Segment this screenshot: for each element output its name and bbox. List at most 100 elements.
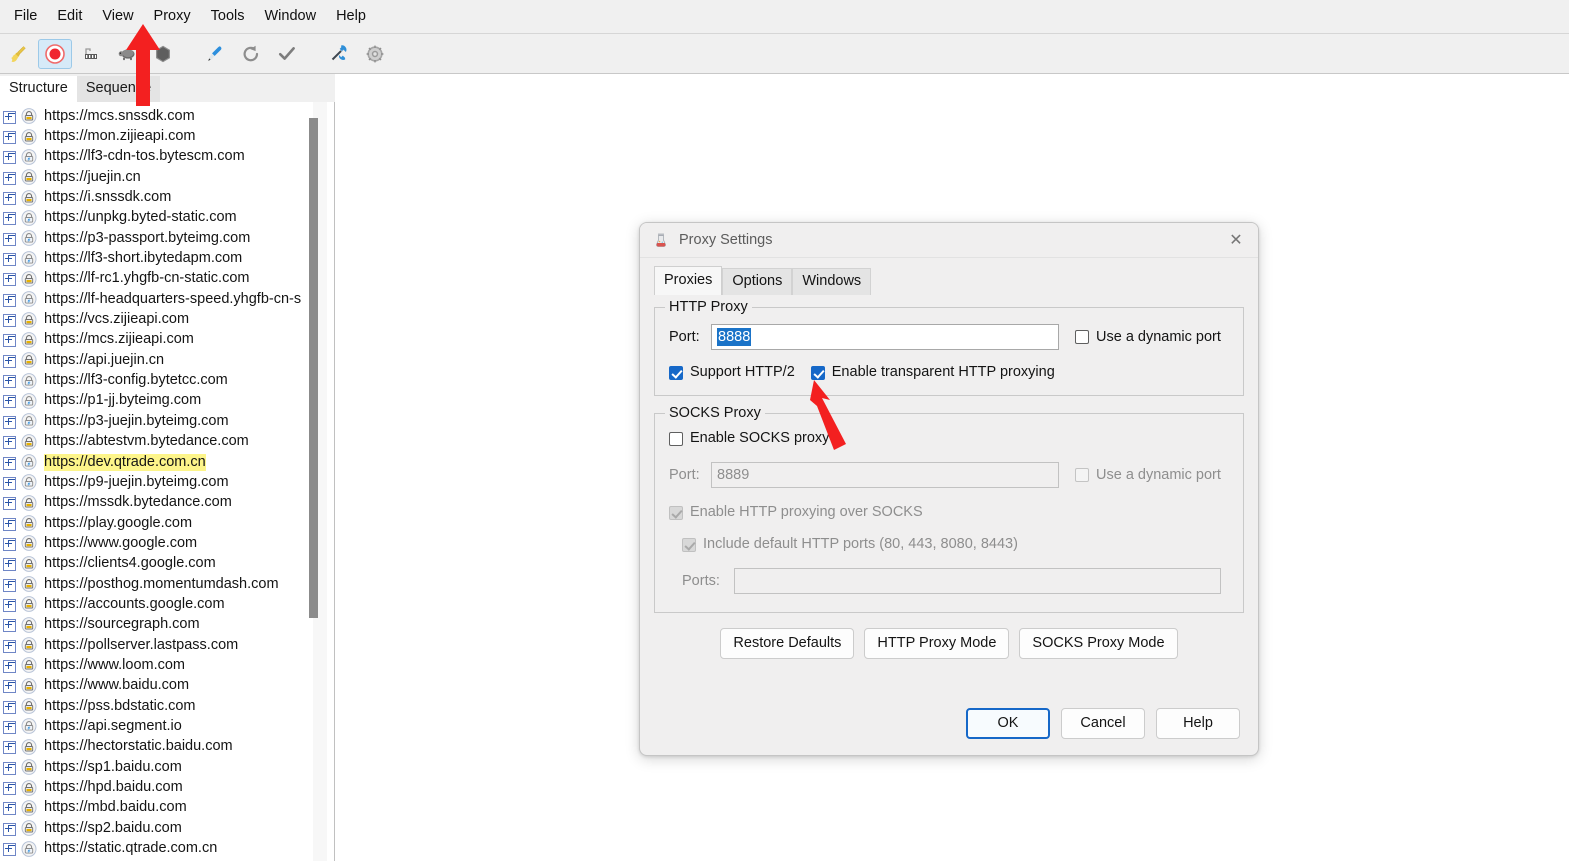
- restore-defaults-button[interactable]: Restore Defaults: [720, 628, 855, 659]
- tree-item[interactable]: https://www.loom.com: [0, 655, 310, 675]
- dialog-title-bar[interactable]: Proxy Settings ✕: [640, 223, 1258, 258]
- tree-item[interactable]: https://sp1.baidu.com: [0, 757, 310, 777]
- http-proxy-mode-button[interactable]: HTTP Proxy Mode: [864, 628, 1010, 659]
- expand-plus-icon[interactable]: [2, 191, 16, 206]
- expand-plus-icon[interactable]: [2, 679, 16, 694]
- tab-sequence[interactable]: Sequence: [76, 76, 161, 102]
- expand-plus-icon[interactable]: [2, 333, 16, 348]
- tree-item[interactable]: https://hpd.baidu.com: [0, 777, 310, 797]
- stop-hexagon-icon[interactable]: [146, 39, 180, 69]
- enable-socks-checkbox[interactable]: Enable SOCKS proxy: [669, 430, 829, 447]
- repeat-refresh-icon[interactable]: [234, 39, 268, 69]
- transparent-proxying-checkbox[interactable]: Enable transparent HTTP proxying: [810, 364, 1055, 381]
- dialog-tab-windows[interactable]: Windows: [792, 268, 872, 295]
- menu-item-view[interactable]: View: [92, 4, 143, 29]
- tree-item[interactable]: https://juejin.cn: [0, 167, 310, 187]
- tree-item[interactable]: https://accounts.google.com: [0, 594, 310, 614]
- tree-item[interactable]: https://dev.qtrade.com.cn: [0, 452, 310, 472]
- expand-plus-icon[interactable]: [2, 740, 16, 755]
- expand-plus-icon[interactable]: [2, 537, 16, 551]
- expand-plus-icon[interactable]: [2, 171, 16, 185]
- close-icon[interactable]: ✕: [1214, 223, 1258, 257]
- expand-plus-icon[interactable]: [2, 598, 16, 612]
- support-http2-checkbox[interactable]: Support HTTP/2: [669, 364, 795, 381]
- expand-plus-icon[interactable]: [2, 720, 16, 734]
- tree-item[interactable]: https://vcs.zijieapi.com: [0, 309, 310, 329]
- expand-plus-icon[interactable]: [2, 517, 16, 531]
- tree-scrollbar-thumb[interactable]: [309, 118, 318, 618]
- tree-item[interactable]: https://lf-headquarters-speed.yhgfb-cn-s: [0, 289, 310, 309]
- tree-item[interactable]: https://lf3-cdn-tos.bytescm.com: [0, 147, 310, 167]
- session-tree-panel[interactable]: https://mcs.snssdk.com https://mon.zijiea…: [0, 102, 335, 861]
- breakpoint-icon[interactable]: [74, 39, 108, 69]
- expand-plus-icon[interactable]: [2, 354, 16, 368]
- include-default-ports-checkbox[interactable]: Include default HTTP ports (80, 443, 808…: [682, 536, 1018, 553]
- tree-item[interactable]: https://mssdk.bytedance.com: [0, 493, 310, 513]
- tree-item[interactable]: https://lf3-short.ibytedapm.com: [0, 248, 310, 268]
- expand-plus-icon[interactable]: [2, 639, 16, 653]
- compose-pen-icon[interactable]: [198, 39, 232, 69]
- http-over-socks-checkbox[interactable]: Enable HTTP proxying over SOCKS: [669, 504, 923, 521]
- expand-plus-icon[interactable]: [2, 456, 16, 470]
- record-icon[interactable]: [38, 38, 72, 69]
- menu-item-window[interactable]: Window: [254, 4, 326, 29]
- expand-plus-icon[interactable]: [2, 476, 16, 490]
- expand-plus-icon[interactable]: [2, 232, 16, 246]
- tree-item[interactable]: https://mbd.baidu.com: [0, 798, 310, 818]
- tree-item[interactable]: https://static.qtrade.com.cn: [0, 838, 310, 858]
- expand-plus-icon[interactable]: [2, 313, 16, 328]
- tree-item[interactable]: https://mcs.snssdk.com: [0, 106, 310, 126]
- tree-item[interactable]: https://pss.bdstatic.com: [0, 696, 310, 716]
- tree-item[interactable]: https://www.google.com: [0, 533, 310, 553]
- expand-plus-icon[interactable]: [2, 415, 16, 429]
- expand-plus-icon[interactable]: [2, 761, 16, 775]
- tree-item[interactable]: https://sourcegraph.com: [0, 615, 310, 635]
- expand-plus-icon[interactable]: [2, 293, 16, 307]
- cancel-button[interactable]: Cancel: [1061, 707, 1145, 739]
- socks-dynamic-port-checkbox[interactable]: Use a dynamic port: [1075, 467, 1221, 484]
- menu-item-tools[interactable]: Tools: [201, 4, 255, 29]
- expand-plus-icon[interactable]: [2, 496, 16, 511]
- expand-plus-icon[interactable]: [2, 842, 16, 857]
- expand-plus-icon[interactable]: [2, 272, 16, 287]
- expand-plus-icon[interactable]: [2, 822, 16, 836]
- tree-item[interactable]: https://sp2.baidu.com: [0, 818, 310, 838]
- menu-item-proxy[interactable]: Proxy: [144, 4, 201, 29]
- dialog-tab-options[interactable]: Options: [722, 268, 793, 295]
- expand-plus-icon[interactable]: [2, 700, 16, 714]
- expand-plus-icon[interactable]: [2, 252, 16, 267]
- tree-item[interactable]: https://lf-rc1.yhgfb-cn-static.com: [0, 269, 310, 289]
- expand-plus-icon[interactable]: [2, 659, 16, 673]
- expand-plus-icon[interactable]: [2, 618, 16, 633]
- socks-port-input[interactable]: 8889: [711, 462, 1059, 488]
- tree-item[interactable]: https://pollserver.lastpass.com: [0, 635, 310, 655]
- tree-item[interactable]: https://p1-jj.byteimg.com: [0, 391, 310, 411]
- tree-item[interactable]: https://p9-juejin.byteimg.com: [0, 472, 310, 492]
- broom-clear-icon[interactable]: [2, 39, 36, 69]
- ok-button[interactable]: OK: [966, 707, 1050, 739]
- tree-item[interactable]: https://hectorstatic.baidu.com: [0, 737, 310, 757]
- tree-item[interactable]: https://clients4.google.com: [0, 554, 310, 574]
- expand-plus-icon[interactable]: [2, 781, 16, 796]
- tree-item[interactable]: https://abtestvm.bytedance.com: [0, 432, 310, 452]
- settings-gear-icon[interactable]: [358, 39, 392, 69]
- dialog-tab-proxies[interactable]: Proxies: [654, 266, 723, 295]
- expand-plus-icon[interactable]: [2, 110, 16, 124]
- tree-item[interactable]: https://i.snssdk.com: [0, 187, 310, 207]
- expand-plus-icon[interactable]: [2, 578, 16, 592]
- tab-structure[interactable]: Structure: [0, 76, 77, 102]
- menu-item-help[interactable]: Help: [326, 4, 376, 29]
- expand-plus-icon[interactable]: [2, 394, 16, 409]
- http-dynamic-port-checkbox[interactable]: Use a dynamic port: [1075, 329, 1221, 346]
- expand-plus-icon[interactable]: [2, 150, 16, 165]
- expand-plus-icon[interactable]: [2, 211, 16, 226]
- expand-plus-icon[interactable]: [2, 374, 16, 389]
- expand-plus-icon[interactable]: [2, 435, 16, 450]
- tree-item[interactable]: https://mcs.zijieapi.com: [0, 330, 310, 350]
- menu-item-edit[interactable]: Edit: [47, 4, 92, 29]
- tree-item[interactable]: https://unpkg.byted-static.com: [0, 208, 310, 228]
- expand-plus-icon[interactable]: [2, 557, 16, 572]
- tree-item[interactable]: https://api.segment.io: [0, 716, 310, 736]
- expand-plus-icon[interactable]: [2, 130, 16, 145]
- socks-ports-input[interactable]: [734, 568, 1221, 594]
